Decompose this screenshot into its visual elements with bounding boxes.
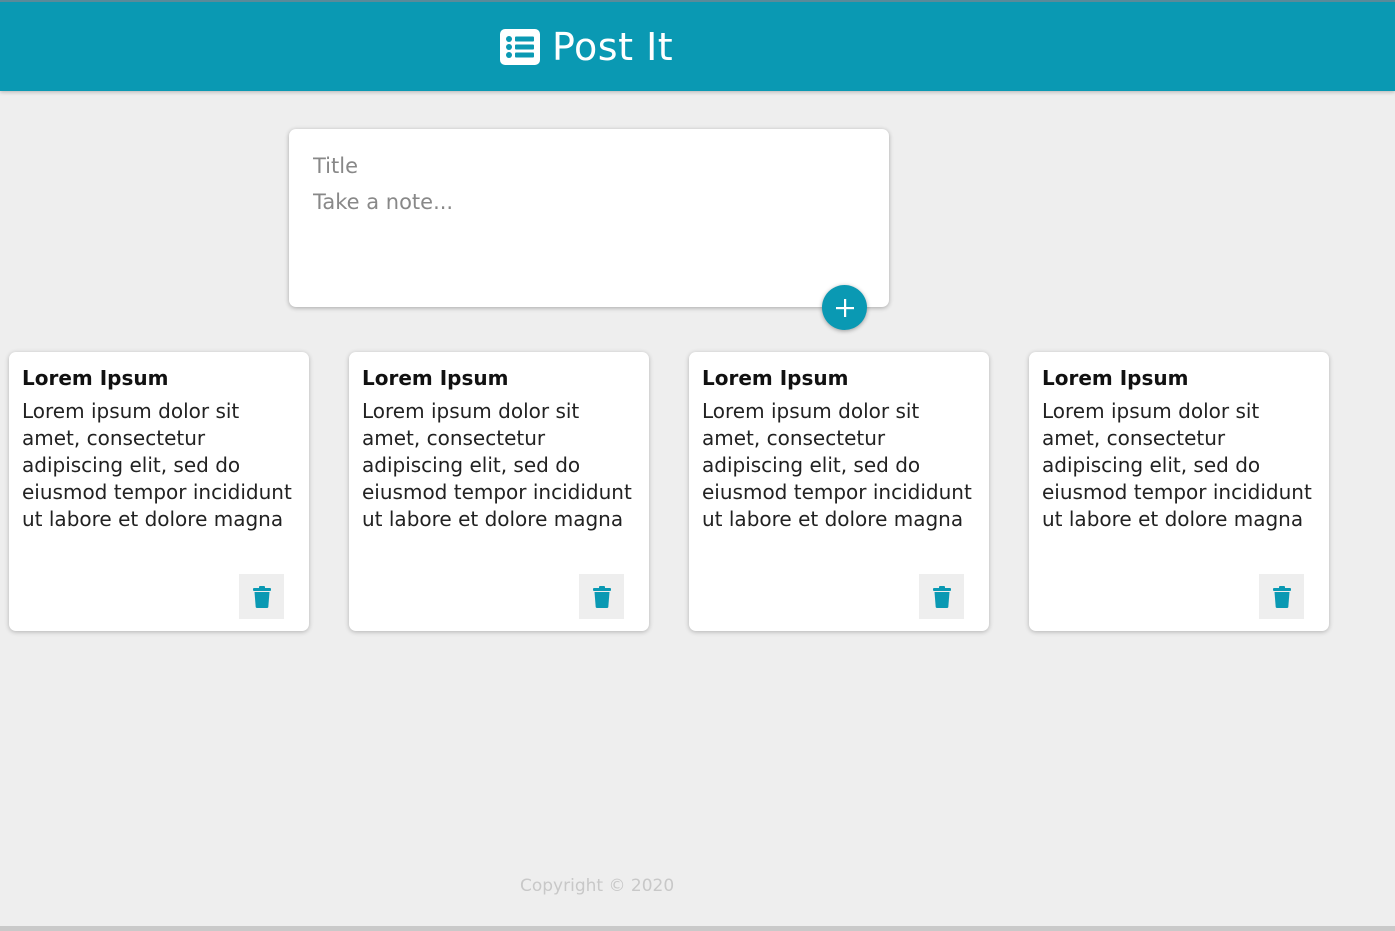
delete-note-button[interactable]: [239, 574, 284, 619]
create-note-form: [289, 129, 889, 307]
note-title: Lorem Ipsum: [1042, 366, 1189, 390]
delete-note-button[interactable]: [579, 574, 624, 619]
page-bottom-border: [0, 926, 1395, 931]
app-header: Post It: [0, 0, 1395, 91]
title-input[interactable]: [313, 151, 863, 181]
trash-icon: [932, 585, 951, 608]
delete-note-button[interactable]: [919, 574, 964, 619]
add-note-button[interactable]: [822, 285, 867, 330]
copyright-text: Copyright © 2020: [520, 876, 675, 896]
app-title: Post It: [552, 25, 674, 69]
list-icon: [500, 29, 540, 65]
note-content: Lorem ipsum dolor sit amet, consectetur …: [702, 399, 972, 531]
plus-icon: [835, 298, 854, 317]
note-content: Lorem ipsum dolor sit amet, consectetur …: [362, 399, 632, 531]
delete-note-button[interactable]: [1259, 574, 1304, 619]
note-card: Lorem Ipsum Lorem ipsum dolor sit amet, …: [689, 352, 989, 631]
brand: Post It: [500, 24, 673, 70]
trash-icon: [592, 585, 611, 608]
copyright-footer: Copyright © 2020: [520, 876, 674, 896]
note-input[interactable]: [313, 190, 863, 290]
note-title: Lorem Ipsum: [702, 366, 849, 390]
note-card: Lorem Ipsum Lorem ipsum dolor sit amet, …: [1029, 352, 1329, 631]
note-card: Lorem Ipsum Lorem ipsum dolor sit amet, …: [9, 352, 309, 631]
trash-icon: [252, 585, 271, 608]
note-title: Lorem Ipsum: [362, 366, 509, 390]
note-content: Lorem ipsum dolor sit amet, consectetur …: [22, 399, 292, 531]
note-content: Lorem ipsum dolor sit amet, consectetur …: [1042, 399, 1312, 531]
note-title: Lorem Ipsum: [22, 366, 169, 390]
trash-icon: [1272, 585, 1291, 608]
note-card: Lorem Ipsum Lorem ipsum dolor sit amet, …: [349, 352, 649, 631]
